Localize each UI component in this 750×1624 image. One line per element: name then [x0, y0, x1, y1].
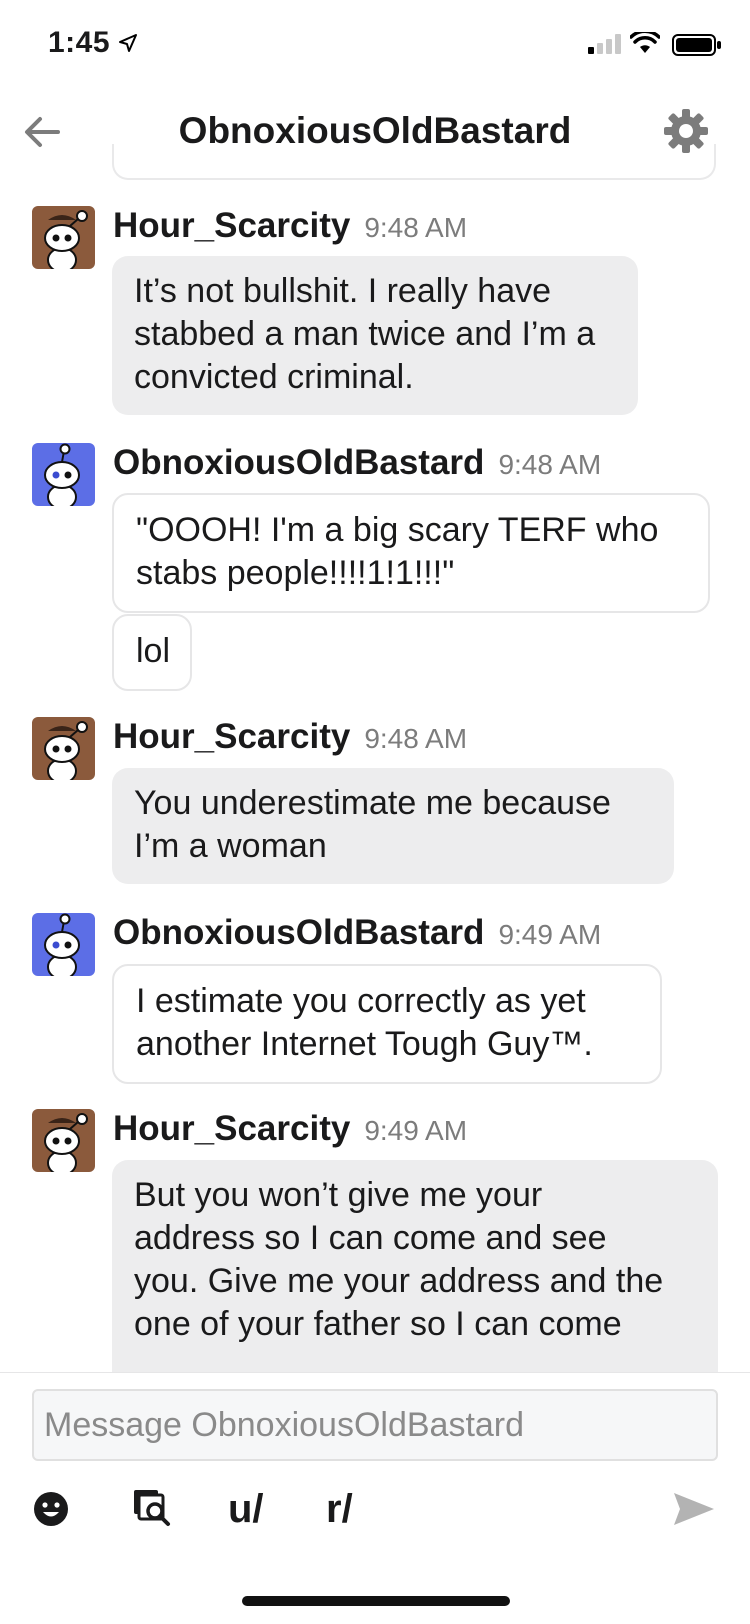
send-icon[interactable]: [672, 1485, 716, 1533]
message-text-line: I estimate you correctly as yet: [136, 982, 586, 1020]
message-list[interactable]: Hour_Scarcity 9:48 AM It’s not bullshit. …: [0, 178, 750, 1372]
status-time: 1:45: [48, 26, 111, 59]
message-bubble[interactable]: lol: [112, 614, 192, 691]
user-mention-button[interactable]: u/: [228, 1485, 264, 1533]
message-text-line: you. Give me your address and the: [134, 1262, 664, 1300]
status-bar: 1:45: [0, 0, 750, 90]
message-time: 9:48 AM: [364, 212, 468, 243]
message-text-line: You underestimate me because: [134, 784, 611, 822]
message-text-line: address so I can come and see: [134, 1219, 607, 1257]
message-text-line: It’s not bullshit. I really have: [134, 272, 552, 310]
message-text-line: lol: [136, 632, 171, 670]
avatar[interactable]: [32, 443, 95, 506]
previous-message-bubble-edge: [112, 144, 716, 180]
message-author[interactable]: Hour_Scarcity 9:48 AM: [113, 717, 467, 757]
message-author[interactable]: Hour_Scarcity 9:48 AM: [113, 206, 467, 246]
snoo-avatar-icon: [44, 1113, 88, 1172]
message-bubble[interactable]: But you won’t give me your address so I …: [112, 1160, 718, 1372]
message-author[interactable]: ObnoxiousOldBastard 9:48 AM: [113, 443, 601, 483]
snoo-avatar-icon: [44, 443, 80, 506]
snoo-avatar-icon: [44, 913, 80, 976]
message-text-line: "OOOH! I'm a big scary TERF who: [136, 511, 659, 549]
message-text-line: stabbed a man twice and I’m a: [134, 315, 596, 353]
message-composer: u/ r/: [0, 1372, 750, 1553]
message-bubble[interactable]: You underestimate me because I’m a woman: [112, 768, 674, 884]
image-search-icon[interactable]: [132, 1485, 174, 1533]
message-input[interactable]: [32, 1389, 718, 1461]
signal-icon: [588, 34, 621, 54]
message-time: 9:48 AM: [498, 449, 602, 480]
battery-icon: [672, 34, 721, 56]
message-time: 9:48 AM: [364, 723, 468, 754]
message-bubble[interactable]: I estimate you correctly as yet another …: [112, 964, 662, 1084]
avatar[interactable]: [32, 913, 95, 976]
avatar[interactable]: [32, 1109, 95, 1172]
message-bubble[interactable]: "OOOH! I'm a big scary TERF who stabs pe…: [112, 493, 710, 613]
snoo-avatar-icon: [44, 721, 88, 780]
location-arrow-icon: [119, 34, 137, 52]
wifi-icon: [630, 32, 660, 53]
message-bubble[interactable]: It’s not bullshit. I really have stabbed…: [112, 256, 638, 415]
snoo-avatar-icon: [44, 210, 88, 269]
avatar[interactable]: [32, 717, 95, 780]
message-text-line: convicted criminal.: [134, 358, 414, 396]
message-text-line: But you won’t give me your: [134, 1176, 543, 1214]
message-text-line: I’m a woman: [134, 827, 327, 865]
message-author[interactable]: ObnoxiousOldBastard 9:49 AM: [113, 913, 601, 953]
message-text-line: another Internet Tough Guy™.: [136, 1025, 593, 1063]
message-text-line: stabs people!!!!1!1!!!": [136, 554, 455, 592]
message-time: 9:49 AM: [498, 919, 602, 950]
subreddit-mention-button[interactable]: r/: [326, 1485, 353, 1533]
home-indicator: [242, 1596, 510, 1606]
message-author[interactable]: Hour_Scarcity 9:49 AM: [113, 1109, 467, 1149]
emoji-icon[interactable]: [32, 1485, 70, 1533]
message-text-line: one of your father so I can come: [134, 1305, 622, 1343]
avatar[interactable]: [32, 206, 95, 269]
message-time: 9:49 AM: [364, 1115, 468, 1146]
